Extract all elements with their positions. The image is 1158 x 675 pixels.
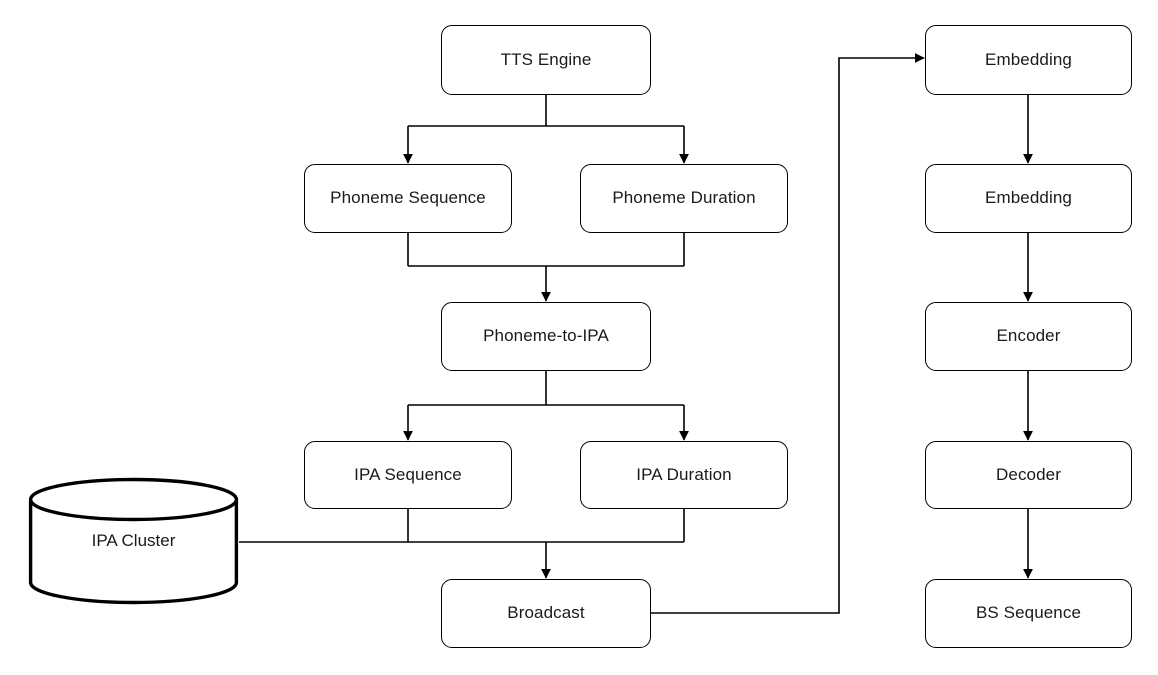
- node-embedding-1[interactable]: Embedding: [925, 25, 1132, 95]
- node-ipa-sequence[interactable]: IPA Sequence: [304, 441, 512, 509]
- node-embedding-1-label: Embedding: [985, 49, 1072, 69]
- node-tts-engine[interactable]: TTS Engine: [441, 25, 651, 95]
- node-tts-engine-label: TTS Engine: [500, 49, 592, 69]
- node-broadcast-label: Broadcast: [507, 603, 585, 623]
- node-ipa-cluster[interactable]: IPA Cluster: [28, 477, 239, 605]
- node-ipa-duration-label: IPA Duration: [636, 464, 732, 484]
- node-decoder[interactable]: Decoder: [925, 441, 1132, 509]
- node-bs-sequence-label: BS Sequence: [975, 603, 1082, 623]
- node-phoneme-sequence-label: Phoneme Sequence: [330, 188, 486, 208]
- node-phoneme-duration-label: Phoneme Duration: [612, 188, 756, 208]
- node-ipa-sequence-label: IPA Sequence: [354, 464, 462, 484]
- node-encoder[interactable]: Encoder: [925, 302, 1132, 371]
- node-embedding-2-label: Embedding: [985, 188, 1072, 208]
- node-broadcast[interactable]: Broadcast: [441, 579, 651, 648]
- node-phoneme-to-ipa-label: Phoneme-to-IPA: [483, 326, 609, 346]
- node-embedding-2[interactable]: Embedding: [925, 164, 1132, 233]
- node-phoneme-sequence[interactable]: Phoneme Sequence: [304, 164, 512, 233]
- node-phoneme-to-ipa[interactable]: Phoneme-to-IPA: [441, 302, 651, 371]
- flowchart-canvas: TTS Engine Phoneme Sequence Phoneme Dura…: [0, 0, 1158, 675]
- node-phoneme-duration[interactable]: Phoneme Duration: [580, 164, 788, 233]
- node-bs-sequence[interactable]: BS Sequence: [925, 579, 1132, 648]
- edge-broadcast-to-embedding: [651, 53, 925, 614]
- node-decoder-label: Decoder: [996, 464, 1061, 484]
- node-ipa-cluster-label: IPA Cluster: [91, 531, 176, 550]
- node-ipa-duration[interactable]: IPA Duration: [580, 441, 788, 509]
- node-encoder-label: Encoder: [996, 326, 1061, 346]
